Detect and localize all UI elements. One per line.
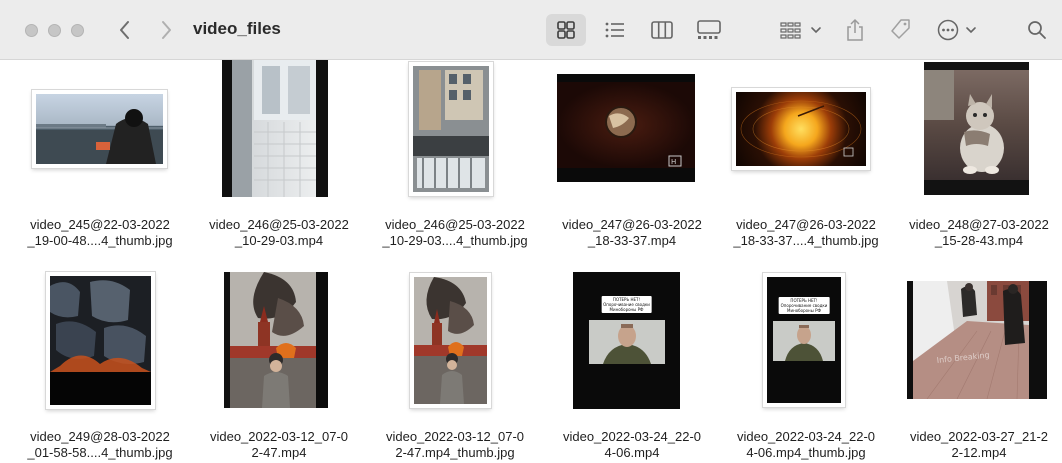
list-view-button[interactable] [598,14,632,46]
file-thumbnail [409,62,493,196]
file-item[interactable]: ПОТЕРЬ НЕТ! Опорочивание сводки Миноборо… [718,270,894,463]
share-icon [847,18,863,41]
file-thumbnail: ПОТЕРЬ НЕТ! Опорочивание сводки Миноборо… [763,273,845,407]
file-name: video_245@22-03-2022 _19-00-48....4_thumb… [27,217,173,248]
zoom-window-button[interactable] [71,24,84,37]
file-thumbnail [32,90,167,168]
ellipsis-circle-icon [937,19,959,41]
file-name: video_247@26-03-2022 _18-33-37.mp4 [562,217,702,248]
file-thumbnail: H [557,74,695,182]
file-item[interactable]: video_2022-03-12_07-0 2-47.mp4 [191,270,367,463]
share-button[interactable] [840,14,870,46]
more-actions-button[interactable] [932,14,982,46]
file-thumbnail [224,272,328,408]
file-name: video_246@25-03-2022 _10-29-03.mp4 [209,217,349,248]
file-item[interactable]: video_249@28-03-2022 _01-58-58....4_thumb… [12,270,188,463]
list-icon [605,22,624,38]
group-by-button[interactable] [775,14,827,46]
file-thumbnail: Info Breaking [907,281,1047,399]
columns-icon [651,21,673,39]
file-item[interactable]: ПОТЕРЬ НЕТ! Опорочивание сводки Миноборо… [544,270,720,463]
grid-icon [557,21,575,39]
tag-icon [891,19,910,39]
file-name: video_2022-03-27_21-2 2-12.mp4 [909,429,1049,460]
gallery-view-button[interactable] [692,14,726,46]
file-name: video_2022-03-12_07-0 2-47.mp4 [209,429,349,460]
file-name: video_247@26-03-2022 _18-33-37....4_thumb… [733,217,879,248]
chevron-down-icon [966,27,976,34]
file-item[interactable]: video_246@25-03-2022 _10-29-03.mp4 [191,60,367,260]
back-button[interactable] [114,16,136,44]
file-name: video_248@27-03-2022 _15-28-43.mp4 [909,217,1049,248]
search-icon [1028,21,1046,39]
file-item[interactable]: video_247@26-03-2022 _18-33-37....4_thumb… [718,60,894,260]
file-name: video_2022-03-12_07-0 2-47.mp4_thumb.jpg [385,429,525,460]
forward-button[interactable] [155,16,177,44]
file-thumbnail [924,62,1029,195]
group-by-icon [780,22,801,39]
file-thumbnail [732,88,870,170]
file-thumbnail: ПОТЕРЬ НЕТ! Опорочивание сводки Миноборо… [573,272,680,409]
svg-text:H: H [671,158,676,166]
file-thumbnail [410,273,491,408]
close-window-button[interactable] [25,24,38,37]
search-button[interactable] [1022,14,1052,46]
chevron-right-icon [162,21,171,39]
minimize-window-button[interactable] [48,24,61,37]
file-thumbnail [46,272,155,409]
tag-button[interactable] [884,14,916,46]
window-title: video_files [193,19,281,38]
file-item[interactable]: H video_247@26-03-2022 _18-33-37.mp4 [544,60,720,260]
finder-toolbar: video_files [0,0,1062,60]
file-name: video_2022-03-24_22-0 4-06.mp4 [562,429,702,460]
file-item[interactable]: video_2022-03-12_07-0 2-47.mp4_thumb.jpg [367,270,543,463]
file-name: video_246@25-03-2022 _10-29-03....4_thumb… [382,217,528,248]
gallery-icon [697,20,721,39]
columns-view-button[interactable] [645,14,679,46]
file-name: video_249@28-03-2022 _01-58-58....4_thumb… [27,429,173,460]
file-item[interactable]: video_245@22-03-2022 _19-00-48....4_thumb… [12,60,188,260]
icons-view-button[interactable] [546,14,586,46]
file-thumbnail [222,60,328,197]
chevron-down-icon [811,27,821,34]
file-item[interactable]: Info Breaking video_2022-03-27_21-2 2-12.… [891,270,1062,463]
file-name: video_2022-03-24_22-0 4-06.mp4_thumb.jpg [736,429,876,460]
file-item[interactable]: video_246@25-03-2022 _10-29-03....4_thumb… [367,60,543,260]
file-item[interactable]: video_248@27-03-2022 _15-28-43.mp4 [891,60,1062,260]
chevron-left-icon [120,21,129,39]
